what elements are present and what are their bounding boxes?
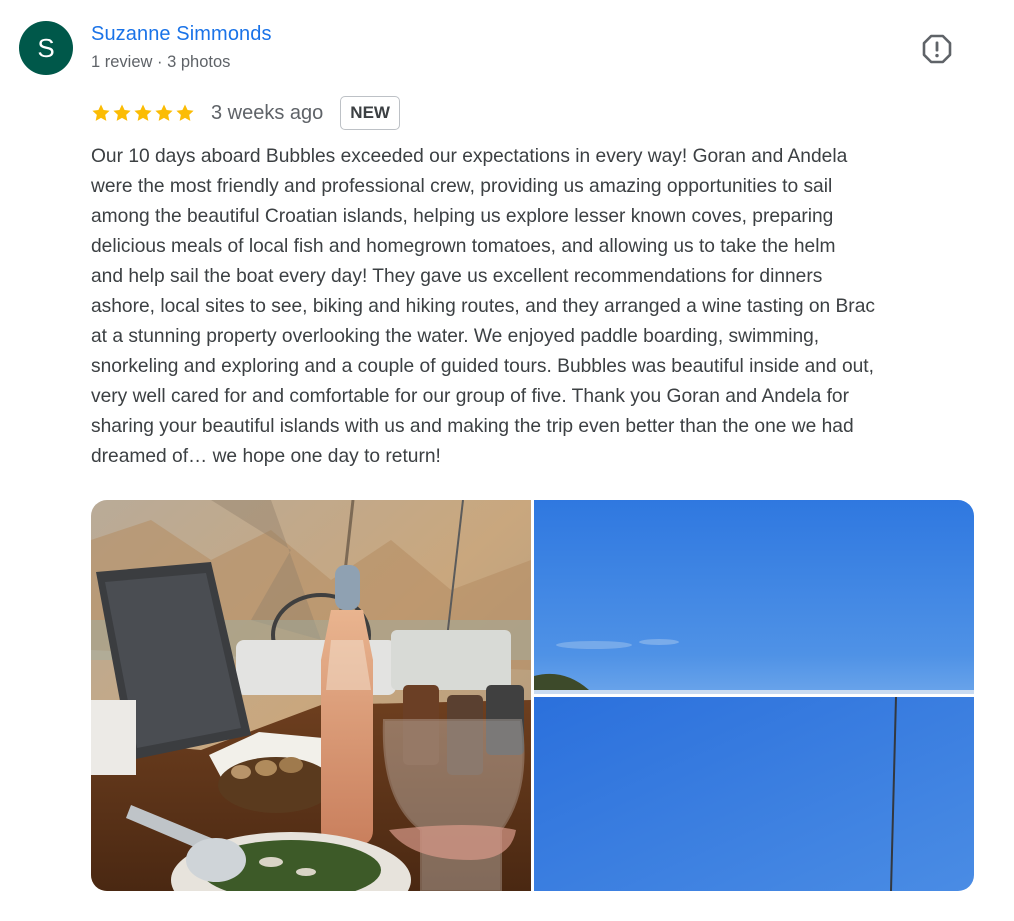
rating-row: 3 weeks ago NEW <box>91 96 400 130</box>
reviewer-stats: 1 review · 3 photos <box>91 53 231 71</box>
star-icon <box>91 103 111 123</box>
star-rating <box>91 103 195 123</box>
review-photos <box>91 500 974 891</box>
avatar[interactable]: S <box>19 21 73 75</box>
report-flag-icon <box>922 34 952 69</box>
review-text: Our 10 days aboard Bubbles exceeded our … <box>91 146 875 467</box>
star-icon <box>112 103 132 123</box>
report-review-button[interactable] <box>915 29 959 73</box>
star-icon <box>133 103 153 123</box>
photo-sky-mast[interactable] <box>534 697 974 891</box>
star-icon <box>175 103 195 123</box>
reviewer-name-link[interactable]: Suzanne Simmonds <box>91 23 272 46</box>
star-icon <box>154 103 174 123</box>
photo-dinner-table[interactable] <box>91 500 531 891</box>
photo-sky-coast[interactable] <box>534 500 974 694</box>
avatar-initial: S <box>37 32 55 63</box>
new-badge: NEW <box>340 96 400 130</box>
review-date: 3 weeks ago <box>211 101 324 124</box>
